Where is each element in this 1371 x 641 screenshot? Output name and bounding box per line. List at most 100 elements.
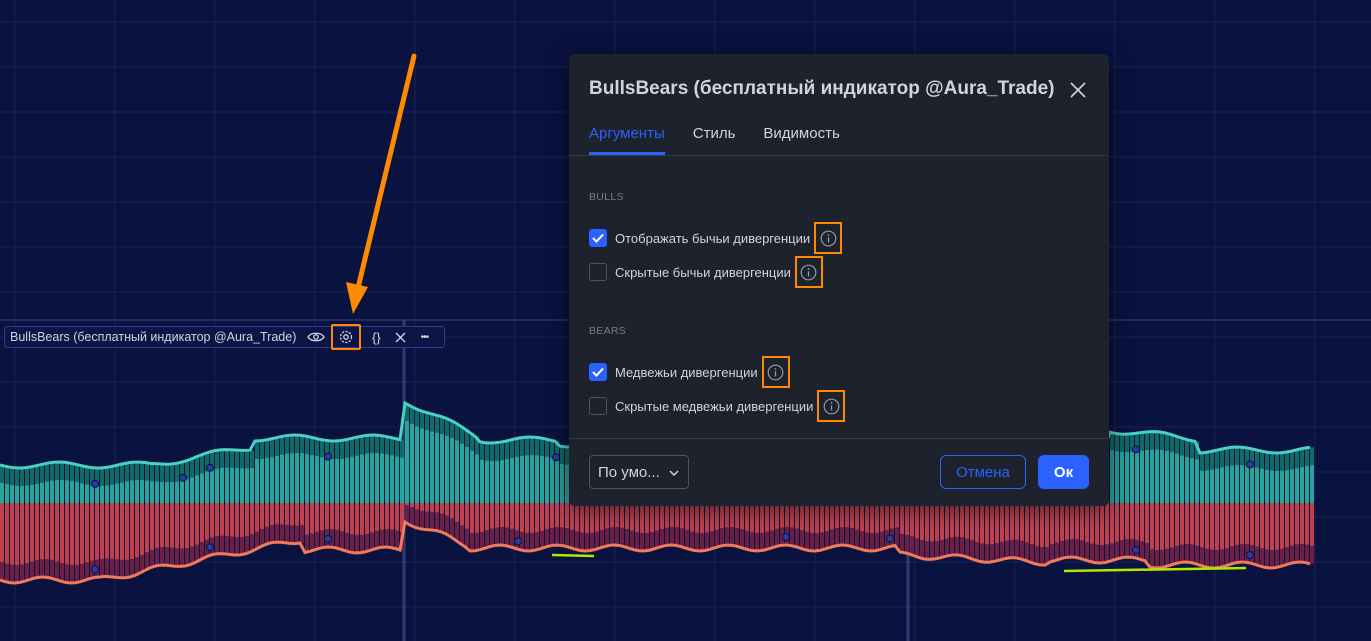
- bear-bar: [205, 503, 209, 540]
- divergence-dot: [1246, 550, 1254, 559]
- divergence-dot: [324, 452, 332, 461]
- bear-bar: [180, 503, 184, 549]
- bear-bar: [630, 503, 634, 531]
- dialog-tabs: Аргументы Стиль Видимость: [589, 122, 868, 156]
- bull-bar: [45, 481, 49, 503]
- ok-button[interactable]: Ок: [1038, 455, 1089, 489]
- option-row-hidden-bull-divergence[interactable]: Скрытые бычьи дивергенции: [589, 256, 823, 288]
- bull-bar: [525, 455, 529, 503]
- info-icon[interactable]: [817, 390, 846, 422]
- bull-bar: [70, 481, 74, 503]
- bear-bar: [755, 503, 759, 533]
- tab-arguments[interactable]: Аргументы: [589, 122, 665, 155]
- bull-bar: [80, 483, 84, 503]
- info-icon[interactable]: [761, 356, 790, 388]
- bull-divergence-checkbox[interactable]: [589, 229, 607, 247]
- tab-visibility[interactable]: Видимость: [763, 122, 839, 155]
- bear-bar: [615, 503, 619, 528]
- bull-bar: [1295, 468, 1299, 503]
- bear-bar: [130, 503, 134, 559]
- info-icon[interactable]: [794, 256, 823, 288]
- bull-bar: [100, 485, 104, 503]
- bear-bar: [355, 503, 359, 535]
- option-row-bear-divergence[interactable]: Медвежьи дивергенции: [589, 356, 790, 388]
- bear-divergence-checkbox[interactable]: [589, 363, 607, 381]
- bear-bar: [530, 503, 534, 533]
- bear-bar: [645, 503, 649, 533]
- bear-bar: [25, 503, 29, 564]
- bull-bar: [285, 453, 289, 503]
- bear-bar: [350, 503, 354, 535]
- bear-bar: [1260, 503, 1264, 549]
- divergence-dot: [91, 565, 99, 574]
- bull-bar: [320, 457, 324, 503]
- bull-bar: [380, 453, 384, 503]
- bull-divergence-label: Отображать бычьи дивергенции: [615, 230, 811, 246]
- bear-bar: [420, 503, 424, 511]
- bull-bar: [1250, 466, 1254, 503]
- bear-bar: [975, 503, 979, 543]
- hidden-bear-divergence-checkbox[interactable]: [589, 397, 607, 415]
- bull-bar: [540, 455, 544, 503]
- bear-bar: [1110, 503, 1114, 544]
- bear-bar: [1230, 503, 1234, 547]
- bear-bar: [545, 503, 549, 530]
- bull-bar: [170, 482, 174, 503]
- bear-bar: [1310, 503, 1314, 546]
- bear-bar: [1280, 503, 1284, 549]
- bull-bar: [435, 432, 439, 503]
- bear-bar: [725, 503, 729, 528]
- bull-bar: [385, 454, 389, 503]
- divergence-dot: [782, 533, 790, 542]
- divergence-line: [1063, 566, 1247, 573]
- bull-bar: [105, 485, 109, 503]
- bull-bar: [110, 484, 114, 503]
- bear-bar: [80, 503, 84, 564]
- bear-bar: [1200, 503, 1204, 548]
- code-braces-icon[interactable]: {}: [364, 326, 388, 348]
- bear-bar: [555, 503, 559, 528]
- bull-bar: [1155, 449, 1159, 503]
- bear-bar: [520, 503, 524, 532]
- bear-bar: [155, 503, 159, 549]
- more-icon[interactable]: •••: [412, 326, 436, 348]
- bull-bar: [1255, 467, 1259, 503]
- hidden-bull-divergence-checkbox[interactable]: [589, 263, 607, 281]
- bear-bar: [780, 503, 784, 528]
- bear-bar: [715, 503, 719, 530]
- bear-bar: [440, 503, 444, 514]
- bull-bar: [165, 482, 169, 503]
- eye-icon[interactable]: [304, 326, 328, 348]
- cancel-button[interactable]: Отмена: [940, 455, 1026, 489]
- tab-style[interactable]: Стиль: [693, 122, 736, 155]
- option-row-bull-divergence[interactable]: Отображать бычьи дивергенции: [589, 222, 843, 254]
- bull-bar: [1215, 468, 1219, 503]
- bull-bar: [355, 455, 359, 503]
- bull-bar: [1110, 450, 1114, 503]
- bull-bar: [5, 484, 9, 503]
- bear-bar: [915, 503, 919, 539]
- bull-bar: [1115, 451, 1119, 503]
- bear-bar: [265, 503, 269, 527]
- bear-bar: [125, 503, 129, 560]
- bear-bar: [910, 503, 914, 537]
- indicator-legend[interactable]: BullsBears (бесплатный индикатор @Aura_T…: [4, 324, 445, 350]
- bear-bar: [425, 503, 429, 512]
- bear-bar: [65, 503, 69, 565]
- info-icon[interactable]: [814, 222, 843, 254]
- gear-icon[interactable]: [331, 324, 362, 350]
- bear-bar: [855, 503, 859, 530]
- bear-bar: [360, 503, 364, 535]
- close-icon[interactable]: [388, 326, 412, 348]
- close-icon[interactable]: [1063, 75, 1093, 105]
- bear-bar: [665, 503, 669, 528]
- option-row-hidden-bear-divergence[interactable]: Скрытые медвежьи дивергенции: [589, 390, 846, 422]
- bull-bar: [260, 458, 264, 503]
- bear-bar: [870, 503, 874, 533]
- bear-bar: [460, 503, 464, 526]
- bull-bar: [1310, 465, 1314, 503]
- bull-bar: [95, 485, 99, 503]
- defaults-select[interactable]: По умо...: [589, 455, 689, 489]
- bear-bar: [255, 503, 259, 532]
- bear-bar: [325, 503, 329, 530]
